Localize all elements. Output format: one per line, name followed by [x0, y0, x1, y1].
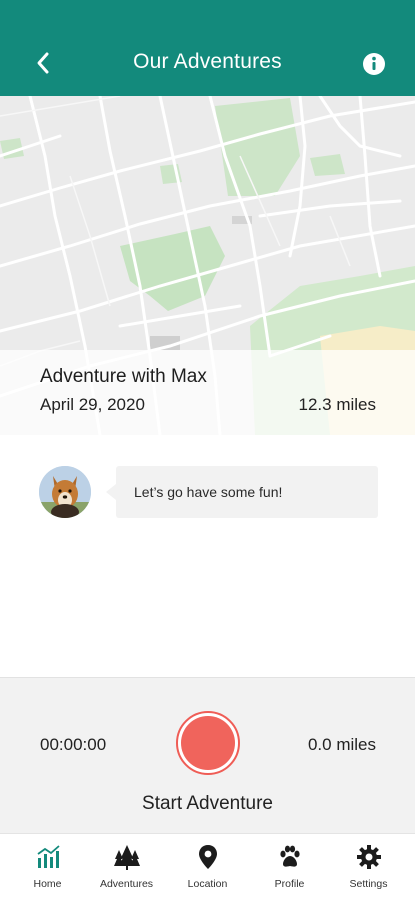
- app-header: Our Adventures: [0, 0, 415, 96]
- tab-location-label: Location: [187, 878, 228, 890]
- speech-bubble: Let’s go have some fun!: [116, 466, 378, 518]
- page-title: Our Adventures: [133, 50, 282, 73]
- tab-profile[interactable]: Profile: [248, 834, 331, 900]
- elapsed-time: 00:00:00: [40, 735, 107, 754]
- dog-avatar: [39, 466, 91, 518]
- adventure-tracker: 00:00:00 0.0 miles Start Adventure: [0, 677, 415, 833]
- tab-home-label: Home: [33, 878, 62, 890]
- route-map[interactable]: Adventure with Max April 29, 2020 12.3 m…: [0, 96, 415, 435]
- tab-location[interactable]: Location: [166, 834, 249, 900]
- paw-icon: [279, 845, 300, 867]
- record-button-core: [181, 716, 235, 770]
- tab-settings[interactable]: Settings: [327, 834, 410, 900]
- chart-icon: [36, 845, 60, 868]
- adventure-distance: 12.3 miles: [298, 395, 376, 414]
- info-circle-icon[interactable]: [362, 52, 386, 76]
- dog-avatar-image: [39, 466, 91, 518]
- tab-adventures[interactable]: Adventures: [85, 834, 168, 900]
- trees-icon: [113, 845, 140, 870]
- adventure-summary-card[interactable]: Adventure with Max April 29, 2020 12.3 m…: [0, 350, 415, 435]
- tab-home[interactable]: Home: [6, 834, 89, 900]
- location-pin-icon: [198, 845, 217, 869]
- record-button[interactable]: [176, 711, 240, 775]
- bottom-tab-bar: Home Adventures Location Profile Setting…: [0, 833, 415, 900]
- tab-adventures-label: Adventures: [99, 878, 154, 890]
- tab-profile-label: Profile: [274, 878, 305, 890]
- tracked-distance: 0.0 miles: [307, 735, 376, 754]
- message-text: Let’s go have some fun!: [134, 484, 283, 500]
- adventure-date: April 29, 2020: [40, 395, 145, 414]
- tab-settings-label: Settings: [349, 878, 388, 890]
- speech-bubble-tail: [106, 484, 116, 500]
- adventure-title: Adventure with Max: [40, 366, 207, 387]
- gear-icon: [356, 845, 381, 869]
- start-adventure-button[interactable]: Start Adventure: [0, 793, 415, 815]
